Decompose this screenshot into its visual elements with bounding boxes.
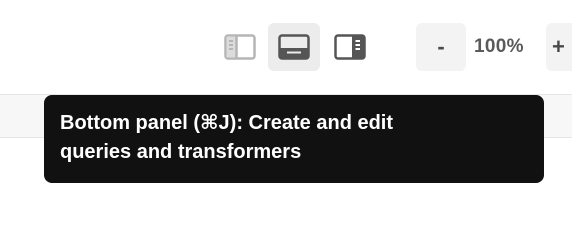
left-panel-toggle-button[interactable] <box>214 23 266 71</box>
bottom-panel-toggle-button[interactable] <box>268 23 320 71</box>
tooltip-line-1: Bottom panel (⌘J): Create and edit <box>60 112 394 134</box>
bottom-panel-tooltip: Bottom panel (⌘J): Create and edit queri… <box>44 95 544 183</box>
left-panel-icon <box>224 34 256 60</box>
zoom-level: 100% <box>474 36 524 57</box>
bottom-panel-icon <box>278 34 310 60</box>
zoom-out-button[interactable]: - <box>416 23 466 71</box>
right-panel-toggle-button[interactable] <box>324 23 376 71</box>
app-canvas: - 100% + Bottom panel (⌘J): Create and e… <box>0 0 572 216</box>
zoom-in-button[interactable]: + <box>546 23 572 71</box>
tooltip-line-2: queries and transformers <box>60 141 302 163</box>
right-panel-icon <box>334 34 366 60</box>
